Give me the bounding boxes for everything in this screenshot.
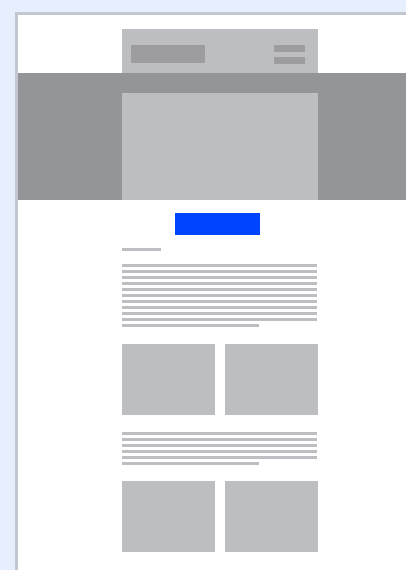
page-frame bbox=[15, 12, 406, 570]
text-line-placeholder bbox=[122, 306, 317, 309]
image-placeholder bbox=[122, 481, 215, 552]
text-line-placeholder bbox=[122, 282, 317, 285]
text-line-placeholder bbox=[122, 462, 259, 465]
text-line-placeholder bbox=[122, 294, 317, 297]
text-line-placeholder bbox=[122, 450, 317, 453]
text-line-placeholder bbox=[122, 276, 317, 279]
text-line-placeholder bbox=[122, 318, 317, 321]
image-placeholder bbox=[225, 344, 318, 415]
cta-button[interactable] bbox=[175, 213, 260, 235]
text-line-placeholder bbox=[122, 438, 317, 441]
text-line-placeholder bbox=[122, 264, 317, 267]
hamburger-menu-icon-line[interactable] bbox=[274, 57, 305, 64]
text-line-placeholder bbox=[122, 270, 317, 273]
logo-placeholder[interactable] bbox=[131, 45, 205, 63]
image-placeholder bbox=[122, 344, 215, 415]
section-heading-placeholder bbox=[122, 248, 161, 251]
hero-image-placeholder bbox=[122, 93, 318, 200]
text-line-placeholder bbox=[122, 300, 317, 303]
text-line-placeholder bbox=[122, 312, 317, 315]
text-line-placeholder bbox=[122, 456, 317, 459]
hamburger-menu-icon[interactable] bbox=[274, 45, 305, 52]
text-line-placeholder bbox=[122, 432, 317, 435]
text-line-placeholder bbox=[122, 288, 317, 291]
text-line-placeholder bbox=[122, 324, 259, 327]
image-placeholder bbox=[225, 481, 318, 552]
text-line-placeholder bbox=[122, 444, 317, 447]
